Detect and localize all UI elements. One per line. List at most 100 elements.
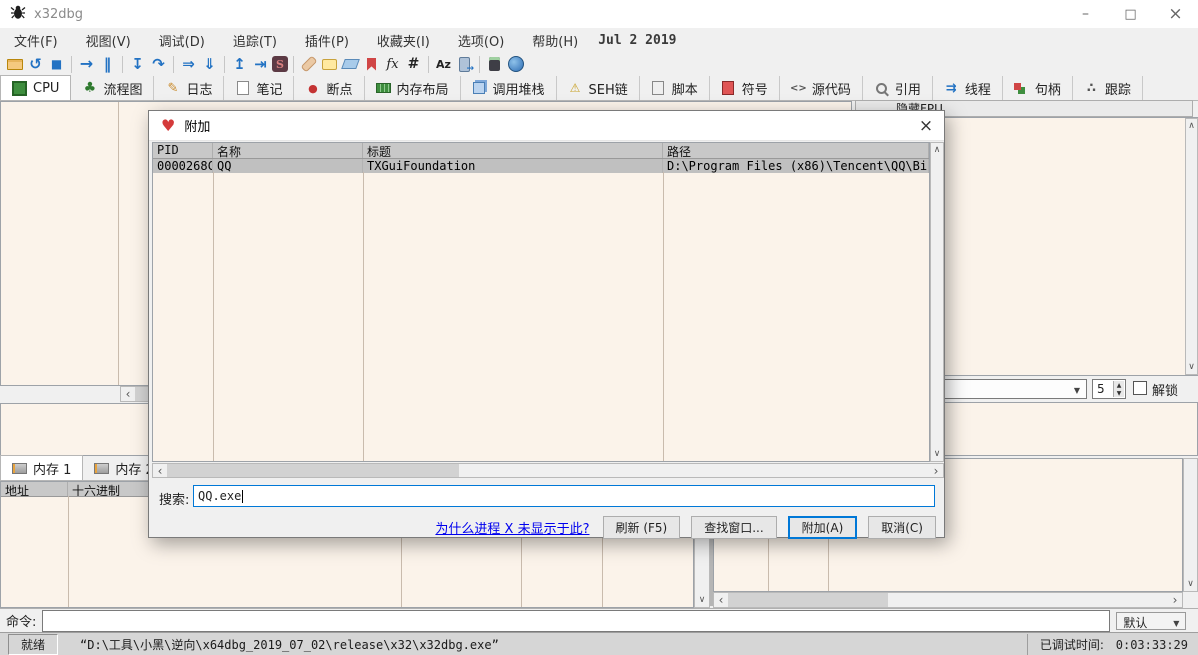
depth-spinner[interactable]: 5 ▲▼ [1092, 379, 1126, 399]
internet-icon[interactable] [506, 54, 525, 74]
scroll-left-icon[interactable] [714, 593, 728, 607]
close-button[interactable] [1153, 0, 1198, 28]
menu-plugins[interactable]: 插件(P) [291, 28, 363, 53]
hash-icon[interactable] [404, 54, 423, 74]
col-name[interactable]: 名称 [213, 143, 363, 158]
dump-gridline [68, 496, 69, 607]
step-into-icon[interactable] [128, 54, 147, 74]
scroll-down-icon[interactable] [931, 447, 943, 461]
process-table-hscrollbar[interactable] [152, 463, 944, 478]
dialog-close-button[interactable]: × [912, 113, 940, 139]
scroll-down-icon[interactable] [695, 593, 709, 607]
comments-icon[interactable] [320, 54, 339, 74]
step-out-icon[interactable] [230, 54, 249, 74]
scroll-left-icon[interactable] [121, 387, 135, 401]
case-sensitive-icon[interactable] [434, 54, 453, 74]
tab-cpu[interactable]: CPU [0, 75, 71, 100]
menu-favourites[interactable]: 收藏夹(I) [363, 28, 444, 53]
menu-view[interactable]: 视图(V) [72, 28, 145, 53]
tab-call-stack[interactable]: 调用堆栈 [461, 76, 557, 100]
title-bar: x32dbg [0, 0, 1198, 29]
process-row-selected[interactable]: 0000268C QQ TXGuiFoundation D:\Program F… [153, 159, 929, 173]
tab-threads[interactable]: 线程 [933, 76, 1003, 100]
tab-seh-chain[interactable]: SEH链 [557, 76, 640, 100]
why-not-shown-link[interactable]: 为什么进程 X 未显示于此? [435, 518, 589, 537]
open-file-icon[interactable] [5, 54, 24, 74]
labels-icon[interactable] [341, 54, 360, 74]
toolbar-separator [122, 56, 123, 73]
minimize-button[interactable] [1063, 0, 1108, 28]
animate-into-icon[interactable] [179, 54, 198, 74]
spinner-arrows-icon[interactable]: ▲▼ [1113, 381, 1124, 397]
tab-log[interactable]: 日志 [154, 76, 224, 100]
col-title[interactable]: 标题 [363, 143, 663, 158]
scrollbar-thumb[interactable] [728, 593, 888, 607]
tab-label: SEH链 [589, 79, 628, 98]
debug-time: 已调试时间: 0:03:33:29 [1027, 634, 1198, 655]
breakpoint-icon [305, 81, 320, 96]
command-profile-dropdown[interactable]: 默认 [1116, 612, 1186, 630]
scrollbar-thumb[interactable] [167, 464, 459, 477]
pause-icon[interactable] [98, 54, 117, 74]
menu-bar: 文件(F) 视图(V) 调试(D) 追踪(T) 插件(P) 收藏夹(I) 选项(… [0, 28, 1198, 52]
tab-symbols[interactable]: 符号 [710, 76, 780, 100]
cancel-button[interactable]: 取消(C) [868, 516, 936, 539]
scroll-right-icon[interactable] [1168, 593, 1182, 607]
tab-label: 线程 [965, 79, 991, 98]
search-input[interactable]: QQ.exe [193, 485, 935, 507]
stop-icon[interactable] [47, 54, 66, 74]
menu-help[interactable]: 帮助(H) [518, 28, 592, 53]
bookmarks-icon[interactable] [362, 54, 381, 74]
menu-options[interactable]: 选项(O) [444, 28, 518, 53]
tab-label: 引用 [895, 79, 921, 98]
cell-pid: 0000268C [153, 159, 213, 173]
scroll-down-icon[interactable] [1184, 577, 1197, 591]
tab-notes[interactable]: 笔记 [224, 76, 294, 100]
find-window-button[interactable]: 查找窗口... [691, 516, 776, 539]
process-table-vscrollbar[interactable] [930, 142, 944, 462]
stack-vscrollbar[interactable] [1183, 458, 1198, 592]
menu-debug[interactable]: 调试(D) [145, 28, 219, 53]
tab-memory-map[interactable]: 内存布局 [365, 76, 461, 100]
tab-graph[interactable]: 流程图 [71, 76, 154, 100]
registers-vscrollbar[interactable] [1185, 118, 1198, 375]
run-icon[interactable] [77, 54, 96, 74]
animate-over-icon[interactable] [200, 54, 219, 74]
tab-script[interactable]: 脚本 [640, 76, 710, 100]
run-to-user-code-icon[interactable] [251, 54, 270, 74]
restart-icon[interactable] [26, 54, 45, 74]
debug-time-value: 0:03:33:29 [1116, 638, 1188, 652]
calculator-icon[interactable] [485, 54, 504, 74]
seh-icon[interactable] [272, 56, 288, 72]
refresh-button[interactable]: 刷新 (F5) [603, 516, 681, 539]
stack-hscrollbar[interactable] [713, 592, 1183, 608]
tab-dump-1[interactable]: 内存 1 [0, 455, 83, 480]
col-path[interactable]: 路径 [663, 143, 929, 158]
tab-handles[interactable]: 句柄 [1003, 76, 1073, 100]
process-table[interactable]: PID 名称 标题 路径 0000268C QQ TXGuiFoundation… [152, 142, 930, 462]
menu-trace[interactable]: 追踪(T) [219, 28, 291, 53]
dialog-title-bar[interactable]: 附加 [149, 111, 944, 141]
command-input[interactable] [42, 610, 1110, 632]
tab-source[interactable]: 源代码 [780, 76, 863, 100]
tab-breakpoints[interactable]: 断点 [294, 76, 364, 100]
modules-icon[interactable] [455, 54, 474, 74]
tab-label: 内存布局 [397, 79, 449, 98]
attach-button[interactable]: 附加(A) [788, 516, 858, 539]
unlock-checkbox[interactable] [1133, 381, 1147, 395]
maximize-button[interactable] [1108, 0, 1153, 28]
tab-trace[interactable]: 跟踪 [1073, 76, 1143, 100]
disassembly-splitter[interactable] [118, 102, 119, 385]
col-pid[interactable]: PID [153, 143, 213, 158]
tab-references[interactable]: 引用 [863, 76, 933, 100]
scroll-right-icon[interactable] [929, 464, 943, 477]
scroll-down-icon[interactable] [1186, 360, 1197, 374]
patches-icon[interactable] [299, 54, 318, 74]
functions-icon[interactable] [383, 54, 402, 74]
scroll-left-icon[interactable] [153, 464, 167, 477]
menu-file[interactable]: 文件(F) [0, 28, 72, 53]
step-over-icon[interactable] [149, 54, 168, 74]
scroll-up-icon[interactable] [931, 143, 943, 157]
scroll-up-icon[interactable] [1186, 119, 1197, 133]
tab-label: 日志 [186, 79, 212, 98]
